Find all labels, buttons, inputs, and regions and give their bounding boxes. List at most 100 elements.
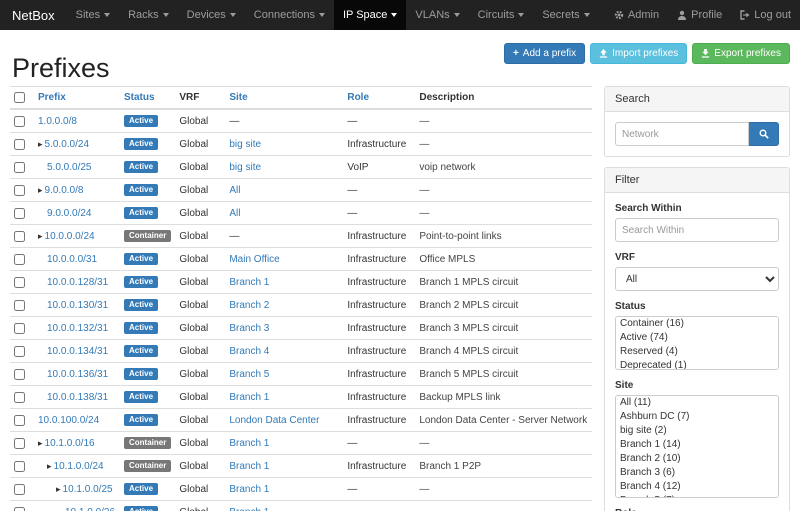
row-checkbox[interactable] — [14, 300, 25, 311]
description-cell: — — [415, 501, 592, 511]
search-input[interactable] — [615, 122, 749, 146]
prefix-link[interactable]: 10.0.100.0/24 — [38, 415, 99, 426]
nav-item-sites[interactable]: Sites — [67, 0, 119, 30]
row-checkbox[interactable] — [14, 139, 25, 150]
column-sort-link[interactable]: Site — [229, 92, 247, 103]
column-sort-link[interactable]: Prefix — [38, 92, 66, 103]
nav-item-profile[interactable]: Profile — [668, 0, 731, 30]
search-button[interactable] — [749, 122, 779, 146]
export-prefixes-label: Export prefixes — [714, 48, 781, 59]
site-link[interactable]: Branch 3 — [229, 323, 269, 334]
prefix-link[interactable]: 10.1.0.0/24 — [54, 461, 104, 472]
status-badge: Active — [124, 506, 158, 511]
row-checkbox[interactable] — [14, 254, 25, 265]
nav-item-circuits[interactable]: Circuits — [469, 0, 534, 30]
prefix-link[interactable]: 10.1.0.0/16 — [45, 438, 95, 449]
listbox-option[interactable]: Branch 4 (12) — [616, 480, 778, 494]
nav-item-secrets[interactable]: Secrets — [533, 0, 598, 30]
site-link[interactable]: Branch 1 — [229, 507, 269, 511]
site-link[interactable]: Branch 1 — [229, 461, 269, 472]
nav-item-logout[interactable]: Log out — [731, 0, 800, 30]
prefix-link[interactable]: 10.0.0.138/31 — [47, 392, 108, 403]
row-checkbox[interactable] — [14, 484, 25, 495]
site-link[interactable]: Branch 1 — [229, 484, 269, 495]
row-checkbox[interactable] — [14, 415, 25, 426]
site-link[interactable]: Branch 1 — [229, 277, 269, 288]
row-checkbox[interactable] — [14, 277, 25, 288]
nav-item-devices[interactable]: Devices — [178, 0, 245, 30]
listbox-option[interactable]: Branch 1 (14) — [616, 438, 778, 452]
search-within-input[interactable] — [615, 218, 779, 242]
search-within-label: Search Within — [615, 203, 779, 214]
description-cell: — — [415, 133, 592, 156]
description-cell: London Data Center - Server Network — [415, 409, 592, 432]
brand-link[interactable]: NetBox — [0, 0, 67, 30]
prefix-link[interactable]: 5.0.0.0/24 — [45, 139, 89, 150]
listbox-option[interactable]: Reserved (4) — [616, 345, 778, 359]
row-checkbox[interactable] — [14, 185, 25, 196]
row-checkbox[interactable] — [14, 116, 25, 127]
row-checkbox[interactable] — [14, 323, 25, 334]
prefix-link[interactable]: 1.0.0.0/8 — [38, 116, 77, 127]
listbox-option[interactable]: Container (16) — [616, 317, 778, 331]
nav-item-connections[interactable]: Connections — [245, 0, 334, 30]
add-prefix-button[interactable]: + Add a prefix — [504, 43, 585, 64]
row-checkbox[interactable] — [14, 231, 25, 242]
row-checkbox[interactable] — [14, 162, 25, 173]
listbox-option[interactable]: Branch 3 (6) — [616, 466, 778, 480]
prefix-link[interactable]: 9.0.0.0/24 — [47, 208, 91, 219]
status-listbox[interactable]: Container (16)Active (74)Reserved (4)Dep… — [615, 316, 779, 370]
site-link[interactable]: Branch 5 — [229, 369, 269, 380]
nav-item-racks[interactable]: Racks — [119, 0, 178, 30]
site-link[interactable]: Branch 1 — [229, 438, 269, 449]
site-link[interactable]: London Data Center — [229, 415, 319, 426]
prefix-link[interactable]: 9.0.0.0/8 — [45, 185, 84, 196]
prefix-link[interactable]: 10.0.0.130/31 — [47, 300, 108, 311]
prefix-link[interactable]: 10.0.0.0/24 — [45, 231, 95, 242]
listbox-option[interactable]: Branch 5 (7) — [616, 494, 778, 498]
column-sort-link[interactable]: Role — [347, 92, 369, 103]
listbox-option[interactable]: Branch 2 (10) — [616, 452, 778, 466]
column-sort-link[interactable]: Status — [124, 92, 155, 103]
prefix-link[interactable]: 10.0.0.132/31 — [47, 323, 108, 334]
vrf-cell: Global — [175, 409, 225, 432]
site-link[interactable]: big site — [229, 162, 261, 173]
prefix-link[interactable]: 10.0.0.134/31 — [47, 346, 108, 357]
import-prefixes-button[interactable]: Import prefixes — [590, 43, 687, 64]
prefix-link[interactable]: 10.0.0.136/31 — [47, 369, 108, 380]
header-buttons: + Add a prefix Import prefixes Export pr… — [504, 43, 790, 64]
site-link[interactable]: All — [229, 208, 240, 219]
site-link[interactable]: Branch 4 — [229, 346, 269, 357]
prefix-link[interactable]: 10.0.0.0/31 — [47, 254, 97, 265]
site-link[interactable]: big site — [229, 139, 261, 150]
listbox-option[interactable]: big site (2) — [616, 424, 778, 438]
nav-item-ip-space[interactable]: IP Space — [334, 0, 406, 30]
row-checkbox[interactable] — [14, 461, 25, 472]
status-badge: Active — [124, 161, 158, 173]
row-checkbox[interactable] — [14, 346, 25, 357]
listbox-option[interactable]: Active (74) — [616, 331, 778, 345]
nav-item-admin[interactable]: Admin — [605, 0, 668, 30]
site-link[interactable]: Main Office — [229, 254, 279, 265]
site-link[interactable]: Branch 2 — [229, 300, 269, 311]
select-all-checkbox[interactable] — [14, 92, 25, 103]
prefix-link[interactable]: 10.0.0.128/31 — [47, 277, 108, 288]
prefix-link[interactable]: 5.0.0.0/25 — [47, 162, 91, 173]
site-listbox[interactable]: All (11)Ashburn DC (7)big site (2)Branch… — [615, 395, 779, 498]
listbox-option[interactable]: Ashburn DC (7) — [616, 410, 778, 424]
export-prefixes-button[interactable]: Export prefixes — [692, 43, 790, 64]
row-checkbox[interactable] — [14, 208, 25, 219]
vrf-select[interactable]: All — [615, 267, 779, 291]
row-checkbox[interactable] — [14, 369, 25, 380]
listbox-option[interactable]: All (11) — [616, 396, 778, 410]
prefix-link[interactable]: 10.1.0.0/26 — [65, 507, 115, 511]
site-link[interactable]: Branch 1 — [229, 392, 269, 403]
prefix-link[interactable]: 10.1.0.0/25 — [63, 484, 113, 495]
site-link[interactable]: All — [229, 185, 240, 196]
row-checkbox[interactable] — [14, 392, 25, 403]
nav-item-vlans[interactable]: VLANs — [406, 0, 468, 30]
vrf-cell: Global — [175, 363, 225, 386]
row-checkbox[interactable] — [14, 507, 25, 511]
listbox-option[interactable]: Deprecated (1) — [616, 359, 778, 370]
row-checkbox[interactable] — [14, 438, 25, 449]
